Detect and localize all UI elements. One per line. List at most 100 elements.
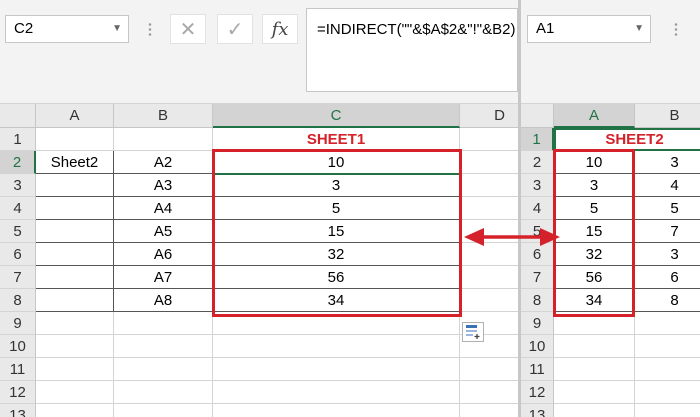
cell-a11[interactable]: [554, 358, 635, 381]
cell-b9[interactable]: [635, 312, 700, 335]
formula-input[interactable]: =INDIRECT(""&$A$2&"!"&B2): [306, 8, 518, 92]
cell-c10[interactable]: [213, 335, 460, 358]
column-header-b[interactable]: B: [114, 104, 213, 128]
row-header[interactable]: 5: [0, 220, 36, 243]
cell-c2[interactable]: 10: [213, 151, 460, 174]
row-header[interactable]: 11: [0, 358, 36, 381]
cell-b8[interactable]: 8: [635, 289, 700, 312]
cell-b9[interactable]: [114, 312, 213, 335]
column-header-a-right[interactable]: A: [554, 104, 635, 128]
cell-a9[interactable]: [36, 312, 114, 335]
cell-b2[interactable]: A2: [114, 151, 213, 174]
enter-check-icon[interactable]: ✓: [217, 14, 253, 44]
cell-b12[interactable]: [114, 381, 213, 404]
cell-d2[interactable]: [460, 151, 518, 174]
cell-d1[interactable]: [460, 128, 518, 151]
cell-b5[interactable]: 7: [635, 220, 700, 243]
select-all-corner-right[interactable]: [521, 104, 554, 128]
row-header[interactable]: 7: [0, 266, 36, 289]
cell-c12[interactable]: [213, 381, 460, 404]
cell-a6[interactable]: [36, 243, 114, 266]
row-header[interactable]: 3: [521, 174, 554, 197]
cell-b11[interactable]: [114, 358, 213, 381]
name-box-right-dropdown-icon[interactable]: ▼: [634, 16, 644, 42]
cell-d12[interactable]: [460, 381, 518, 404]
cell-d8[interactable]: [460, 289, 518, 312]
cell-b10[interactable]: [114, 335, 213, 358]
row-header[interactable]: 11: [521, 358, 554, 381]
row-header[interactable]: 13: [0, 404, 36, 417]
cell-d7[interactable]: [460, 266, 518, 289]
cell-b5[interactable]: A5: [114, 220, 213, 243]
row-header[interactable]: 1: [521, 128, 554, 151]
row-header[interactable]: 4: [0, 197, 36, 220]
row-header[interactable]: 10: [0, 335, 36, 358]
row-header[interactable]: 3: [0, 174, 36, 197]
cell-b1[interactable]: [114, 128, 213, 151]
cell-a9[interactable]: [554, 312, 635, 335]
cell-a3[interactable]: [36, 174, 114, 197]
cell-b3[interactable]: A3: [114, 174, 213, 197]
cell-a7[interactable]: 56: [554, 266, 635, 289]
cell-c6[interactable]: 32: [213, 243, 460, 266]
cell-c7[interactable]: 56: [213, 266, 460, 289]
row-header[interactable]: 12: [521, 381, 554, 404]
cell-a1-sheet-title[interactable]: SHEET2: [554, 128, 700, 151]
name-box-right[interactable]: A1 ▼: [527, 15, 651, 43]
cell-c13[interactable]: [213, 404, 460, 417]
cell-a10[interactable]: [554, 335, 635, 358]
cell-a10[interactable]: [36, 335, 114, 358]
cell-c8[interactable]: 34: [213, 289, 460, 312]
row-header[interactable]: 8: [0, 289, 36, 312]
row-header[interactable]: 4: [521, 197, 554, 220]
cell-d3[interactable]: [460, 174, 518, 197]
cell-b8[interactable]: A8: [114, 289, 213, 312]
cell-b7[interactable]: 6: [635, 266, 700, 289]
cell-a13[interactable]: [554, 404, 635, 417]
cell-b7[interactable]: A7: [114, 266, 213, 289]
name-box-dropdown-icon[interactable]: ▼: [112, 16, 122, 42]
paste-options-icon[interactable]: [462, 322, 484, 342]
cell-a11[interactable]: [36, 358, 114, 381]
cell-b10[interactable]: [635, 335, 700, 358]
row-header[interactable]: 2: [0, 151, 36, 174]
cell-d13[interactable]: [460, 404, 518, 417]
cell-b13[interactable]: [114, 404, 213, 417]
cancel-icon[interactable]: ✕: [170, 14, 206, 44]
column-header-b-right[interactable]: B: [635, 104, 700, 128]
cell-d11[interactable]: [460, 358, 518, 381]
cell-c11[interactable]: [213, 358, 460, 381]
name-box[interactable]: C2 ▼: [5, 15, 129, 43]
cell-d4[interactable]: [460, 197, 518, 220]
row-header[interactable]: 9: [521, 312, 554, 335]
column-header-d[interactable]: D: [460, 104, 518, 128]
cell-a4[interactable]: 5: [554, 197, 635, 220]
row-header[interactable]: 2: [521, 151, 554, 174]
cell-b6[interactable]: 3: [635, 243, 700, 266]
cell-b11[interactable]: [635, 358, 700, 381]
row-header[interactable]: 1: [0, 128, 36, 151]
resize-handle-icon[interactable]: [148, 22, 152, 36]
cell-a1[interactable]: [36, 128, 114, 151]
resize-handle-icon[interactable]: [674, 22, 678, 36]
cell-b12[interactable]: [635, 381, 700, 404]
cell-c1-sheet-title[interactable]: SHEET1: [213, 128, 460, 151]
row-header[interactable]: 9: [0, 312, 36, 335]
row-header[interactable]: 8: [521, 289, 554, 312]
cell-a5[interactable]: [36, 220, 114, 243]
cell-b4[interactable]: 5: [635, 197, 700, 220]
cell-a8[interactable]: [36, 289, 114, 312]
row-header[interactable]: 12: [0, 381, 36, 404]
row-header[interactable]: 10: [521, 335, 554, 358]
cell-c9[interactable]: [213, 312, 460, 335]
cell-b4[interactable]: A4: [114, 197, 213, 220]
cell-c3[interactable]: 3: [213, 174, 460, 197]
cell-a6[interactable]: 32: [554, 243, 635, 266]
cell-b6[interactable]: A6: [114, 243, 213, 266]
cell-a4[interactable]: [36, 197, 114, 220]
cell-c5[interactable]: 15: [213, 220, 460, 243]
cell-a13[interactable]: [36, 404, 114, 417]
cell-a7[interactable]: [36, 266, 114, 289]
cell-a3[interactable]: 3: [554, 174, 635, 197]
row-header[interactable]: 13: [521, 404, 554, 417]
